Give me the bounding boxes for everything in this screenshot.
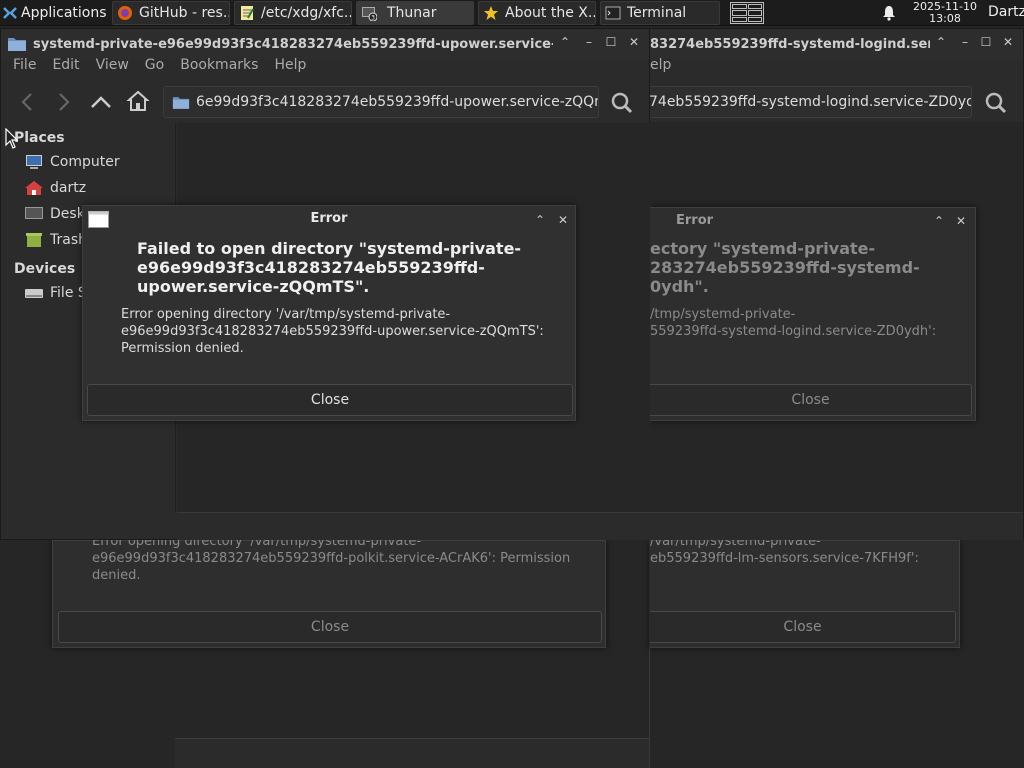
terminal-icon [605, 6, 621, 20]
sidebar-item-desktop[interactable]: Desk [24, 206, 85, 222]
computer-icon [26, 155, 42, 169]
sidebar-item-computer[interactable]: Computer [24, 154, 120, 170]
desktop-icon [25, 207, 43, 219]
window-titlebar: systemd-private-e96e99d93f3c418283274eb5… [1, 29, 649, 59]
applications-label: Applications [21, 5, 107, 21]
menubar: elp [650, 57, 687, 79]
file-manager-icon: 3 [362, 7, 377, 22]
error-secondary-text: Error opening directory '/var/tmp/system… [92, 534, 571, 583]
taskbar-label: /etc/xdg/xfc... [261, 5, 352, 21]
close-button[interactable]: Close [650, 611, 956, 643]
status-bar-background [175, 738, 649, 768]
close-icon[interactable]: ✕ [556, 213, 570, 227]
taskbar-label: About the X... [505, 5, 596, 21]
error-dialog: Error ⌃ ✕ Failed to open directory "syst… [82, 205, 576, 421]
error-secondary-text: Error opening directory '/var/tmp/system… [121, 307, 544, 356]
clock-time: 13:08 [929, 12, 961, 25]
collapse-icon[interactable]: ⌃ [533, 213, 547, 227]
clock[interactable]: 2025-11-10 13:08 [906, 1, 984, 25]
menu-help[interactable]: elp [650, 57, 671, 79]
drive-icon [25, 289, 43, 298]
taskbar-item-thunar[interactable]: 3 Thunar [356, 1, 474, 25]
menu-file[interactable]: File [13, 57, 36, 79]
window-count-badge: 3 [371, 15, 375, 22]
menu-edit[interactable]: Edit [52, 57, 79, 79]
text-editor-icon [241, 6, 254, 20]
taskbar-label: Terminal [627, 5, 687, 21]
taskbar-item-terminal[interactable]: Terminal [600, 1, 720, 25]
places-heading: Places [14, 130, 65, 146]
minimize-icon[interactable]: – [958, 35, 972, 49]
status-bar [650, 512, 1023, 540]
folder-icon [172, 96, 190, 109]
error-secondary-text: /tmp/systemd-private- 559239ffd-systemd-… [650, 307, 937, 339]
minimize-icon[interactable]: – [582, 35, 596, 49]
back-arrow-icon[interactable] [18, 91, 38, 113]
collapse-icon[interactable]: ⌃ [932, 214, 946, 228]
sidebar-item-trash[interactable]: Trash [24, 232, 87, 248]
background-error-dialog-lm-sensors: /var/tmp/systemd-private- eb559239ffd-lm… [650, 534, 960, 648]
background-error-dialog-polkit: Error opening directory '/var/tmp/system… [52, 534, 606, 648]
error-primary-text: ectory "systemd-private- 283274eb559239f… [650, 239, 920, 296]
home-folder-icon [25, 181, 43, 195]
background-error-dialog-logind: Error ⌃ ✕ ectory "systemd-private- 28327… [650, 207, 976, 421]
folder-icon [8, 38, 26, 51]
taskbar-label: GitHub - res... [139, 5, 230, 21]
menubar: File Edit View Go Bookmarks Help [13, 57, 322, 79]
sidebar-item-home[interactable]: dartz [24, 180, 86, 196]
close-icon[interactable]: ✕ [627, 35, 641, 49]
collapse-icon[interactable]: ⌃ [934, 35, 948, 49]
taskbar-label: Thunar [387, 5, 437, 21]
taskbar-item-editor[interactable]: /etc/xdg/xfc... [234, 1, 352, 25]
location-bar[interactable]: 6e99d93f3c418283274eb559239ffd-upower.se… [163, 86, 599, 118]
search-icon[interactable] [984, 91, 1008, 115]
xfce-logo-icon [3, 7, 17, 19]
trash-icon [26, 233, 42, 247]
devices-heading: Devices [14, 261, 76, 277]
mouse-cursor-icon [5, 128, 19, 149]
up-arrow-icon[interactable] [89, 91, 113, 113]
close-icon[interactable]: ✕ [954, 214, 968, 228]
star-icon [484, 6, 498, 20]
dialog-title: Error [310, 211, 348, 226]
maximize-icon[interactable]: ☐ [604, 35, 618, 49]
top-panel: Applications GitHub - res... /etc/xdg/xf… [0, 0, 1024, 26]
menu-view[interactable]: View [96, 57, 129, 79]
applications-menu-button[interactable]: Applications [0, 0, 108, 26]
home-icon[interactable] [126, 89, 150, 113]
close-button[interactable]: Close [58, 611, 602, 643]
dialog-title: Error [676, 213, 714, 228]
close-icon[interactable]: ✕ [1001, 35, 1015, 49]
taskbar-item-firefox[interactable]: GitHub - res... [112, 1, 230, 25]
sidebar-item-filesystem[interactable]: File S [24, 285, 87, 301]
workspace-switcher[interactable] [730, 2, 764, 24]
search-icon[interactable] [610, 91, 634, 115]
error-primary-text: Failed to open directory "systemd-privat… [137, 239, 522, 296]
menu-go[interactable]: Go [145, 57, 164, 79]
collapse-icon[interactable]: ⌃ [558, 35, 572, 49]
taskbar-item-about[interactable]: About the X... [478, 1, 596, 25]
notification-bell-icon[interactable] [881, 5, 897, 21]
firefox-icon [118, 6, 132, 20]
window-title: systemd-private-e96e99d93f3c418283274eb5… [33, 36, 553, 52]
close-button[interactable]: Close [87, 384, 573, 416]
menu-help[interactable]: Help [274, 57, 306, 79]
menu-bookmarks[interactable]: Bookmarks [180, 57, 258, 79]
location-bar[interactable]: 74eb559239ffd-systemd-logind.service-ZD0… [649, 86, 972, 118]
status-bar [177, 512, 650, 540]
location-path: 6e99d93f3c418283274eb559239ffd-upower.se… [196, 94, 599, 110]
forward-arrow-icon[interactable] [54, 91, 74, 113]
maximize-icon[interactable]: ☐ [979, 35, 993, 49]
close-button[interactable]: Close [650, 384, 972, 416]
user-menu[interactable]: Dartz [988, 4, 1024, 20]
